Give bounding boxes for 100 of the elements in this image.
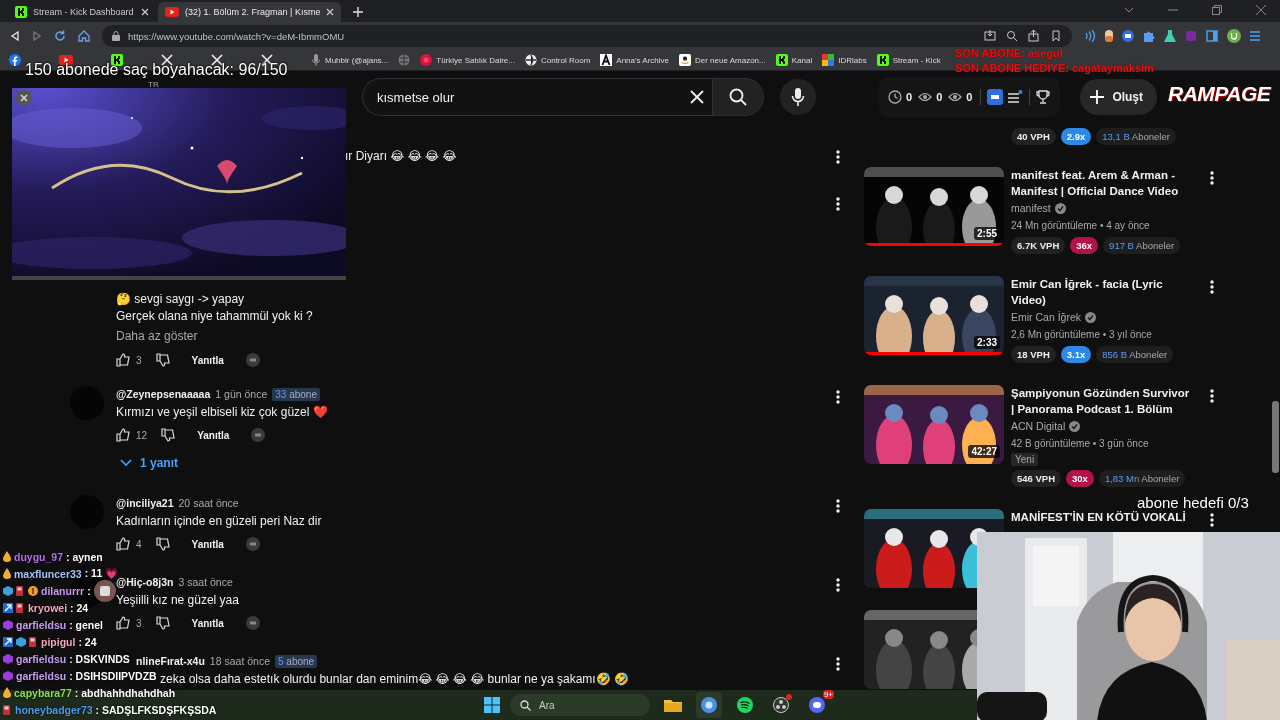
more-options-icon[interactable] xyxy=(1210,171,1214,185)
forward-icon[interactable] xyxy=(32,31,42,41)
close-icon[interactable] xyxy=(16,90,32,106)
channel-name[interactable]: ACN Digital xyxy=(1011,419,1066,434)
puzzle-icon[interactable] xyxy=(1143,30,1155,42)
more-options-icon[interactable] xyxy=(1210,513,1214,527)
channel-name[interactable]: manifest xyxy=(1011,201,1051,216)
video-title[interactable]: Emir Can İğrek - facia (Lyric Video) xyxy=(1011,276,1193,308)
profile-avatar-icon[interactable] xyxy=(1227,29,1241,43)
reply-button[interactable]: Yanıtla xyxy=(179,617,236,629)
iq-circle-icon[interactable] xyxy=(251,428,266,442)
badge-icon[interactable] xyxy=(1122,30,1134,42)
like-count: 12 xyxy=(136,429,148,441)
bookmark-item[interactable]: Kanal xyxy=(775,54,813,66)
more-options-icon[interactable] xyxy=(1210,389,1214,403)
thumbs-up-icon[interactable] xyxy=(116,428,130,442)
iq-badge-icon[interactable] xyxy=(987,89,1004,105)
flask-icon[interactable] xyxy=(1164,30,1176,42)
more-options-icon[interactable] xyxy=(1210,280,1214,294)
search-field[interactable]: kısmetse olur xyxy=(362,78,712,116)
clock-icon xyxy=(888,90,902,104)
chat-username: maxfluncer33 xyxy=(14,567,82,580)
more-options-icon[interactable] xyxy=(836,499,840,513)
bookmark-item[interactable]: IDRlabs xyxy=(822,54,867,66)
search-button[interactable] xyxy=(712,78,764,116)
reply-button[interactable]: Yanıtla xyxy=(179,538,236,550)
like-count: 3 xyxy=(136,354,142,366)
subscriber-chip: 917 B Aboneler xyxy=(1103,237,1181,254)
replies-toggle[interactable]: 1 yanıt xyxy=(116,448,178,478)
browser-tab[interactable]: Stream - Kick Dashboard xyxy=(8,2,156,22)
clear-icon[interactable] xyxy=(690,90,704,104)
chevron-down-icon[interactable] xyxy=(1124,7,1134,13)
back-icon[interactable] xyxy=(10,31,20,41)
bookmark-item[interactable]: Muhbir (@ajans... xyxy=(311,54,389,66)
menu-icon[interactable] xyxy=(1250,31,1260,41)
bookmark-item[interactable]: Türkiye Satılık Daire... xyxy=(420,54,515,66)
address-field[interactable]: https://www.youtube.com/watch?v=deM-IbmmOMU xyxy=(102,25,1072,47)
thumbs-up-icon[interactable] xyxy=(116,353,130,367)
comment-time: 3 saat önce xyxy=(178,576,233,588)
more-options-icon[interactable] xyxy=(836,390,840,404)
voice-search-button[interactable] xyxy=(780,79,816,115)
notification-badge: 9+ xyxy=(822,690,834,699)
bookmark-item[interactable]: Anna's Archive xyxy=(600,54,669,66)
chat-username: honeybadger73 xyxy=(15,703,93,716)
reply-button[interactable]: Yanıtla xyxy=(185,429,242,441)
iq-circle-icon[interactable] xyxy=(245,537,260,551)
comment-author[interactable]: @inciliya21 xyxy=(116,497,174,509)
chat-message: : DSKVINDS xyxy=(69,652,130,665)
thumbs-up-icon[interactable] xyxy=(116,616,130,630)
iq-circle-icon[interactable] xyxy=(245,353,260,367)
comment-author[interactable]: nlineFırat-x4u xyxy=(136,655,205,667)
install-icon[interactable] xyxy=(984,30,996,42)
bookmark-item[interactable]: Control Room xyxy=(524,54,591,66)
thumbs-up-icon[interactable] xyxy=(116,537,130,551)
reply-button[interactable]: Yanıtla xyxy=(179,354,236,366)
comment-author[interactable]: @Hiç-o8j3n xyxy=(116,576,174,588)
restore-icon[interactable] xyxy=(1212,5,1222,15)
more-options-icon[interactable] xyxy=(836,578,840,592)
stream-logo: RAMPAGE xyxy=(1168,82,1271,106)
video-meta: 42 B görüntüleme • 3 gün önce xyxy=(1011,437,1149,451)
scrollbar-thumb[interactable] xyxy=(1272,401,1279,473)
capsule-icon[interactable] xyxy=(1105,30,1113,42)
more-options-icon[interactable] xyxy=(836,197,840,211)
side-panel-icon[interactable] xyxy=(1206,30,1218,42)
new-tab-icon[interactable] xyxy=(353,7,364,17)
browser-tab[interactable]: (32) 1. Bölüm 2. Fragman | Kısme xyxy=(158,2,342,22)
share-icon[interactable] xyxy=(1028,30,1040,42)
comment-author[interactable]: @Zeynepsenaaaaa xyxy=(116,388,211,400)
more-options-icon[interactable] xyxy=(836,150,840,164)
windows-start-icon[interactable] xyxy=(484,697,500,713)
home-icon[interactable] xyxy=(78,30,90,42)
video-title[interactable]: Şampiyonun Gözünden Survivor | Panorama Podcast 1. Bölüm xyxy=(1011,385,1193,417)
taskbar-search-field[interactable]: Ara xyxy=(510,694,650,716)
bookmark-item[interactable]: Der neue Amazon... xyxy=(679,54,766,66)
close-icon[interactable] xyxy=(326,8,335,16)
taskbar-app[interactable] xyxy=(696,692,722,718)
trophy-icon[interactable] xyxy=(1036,90,1051,104)
thumbs-down-icon[interactable] xyxy=(155,616,170,630)
signal-waves-icon[interactable] xyxy=(1084,30,1096,42)
thumbs-down-icon[interactable] xyxy=(161,428,176,442)
list-icon[interactable] xyxy=(1007,90,1024,104)
more-options-icon[interactable] xyxy=(836,657,840,671)
create-button[interactable]: Oluşt xyxy=(1080,79,1158,115)
close-icon[interactable] xyxy=(141,8,149,16)
bookmark-icon[interactable] xyxy=(1050,30,1062,42)
channel-name[interactable]: Emir Can İğrek xyxy=(1011,310,1082,325)
thumbs-down-icon[interactable] xyxy=(155,537,170,551)
zoom-icon[interactable] xyxy=(1006,30,1018,42)
iq-circle-icon[interactable] xyxy=(245,616,260,630)
close-icon[interactable] xyxy=(1256,5,1266,15)
reload-icon[interactable] xyxy=(54,30,66,42)
video-title[interactable]: manifest feat. Arem & Arman - Manifest | Official Dance Video xyxy=(1011,167,1193,199)
bookmark-item[interactable] xyxy=(59,55,73,65)
chat-message: : abdhahhdhahdhah xyxy=(74,686,176,699)
bookmark-item[interactable] xyxy=(9,54,21,66)
bookmark-item[interactable]: Stream - Kick xyxy=(876,54,941,66)
show-less-link[interactable]: Daha az göster xyxy=(116,325,824,347)
thumbs-down-icon[interactable] xyxy=(155,353,170,367)
video-title[interactable]: MANİFEST'İN EN KÖTÜ VOKALİ xyxy=(1011,509,1186,525)
chat-app-icon xyxy=(809,697,825,713)
